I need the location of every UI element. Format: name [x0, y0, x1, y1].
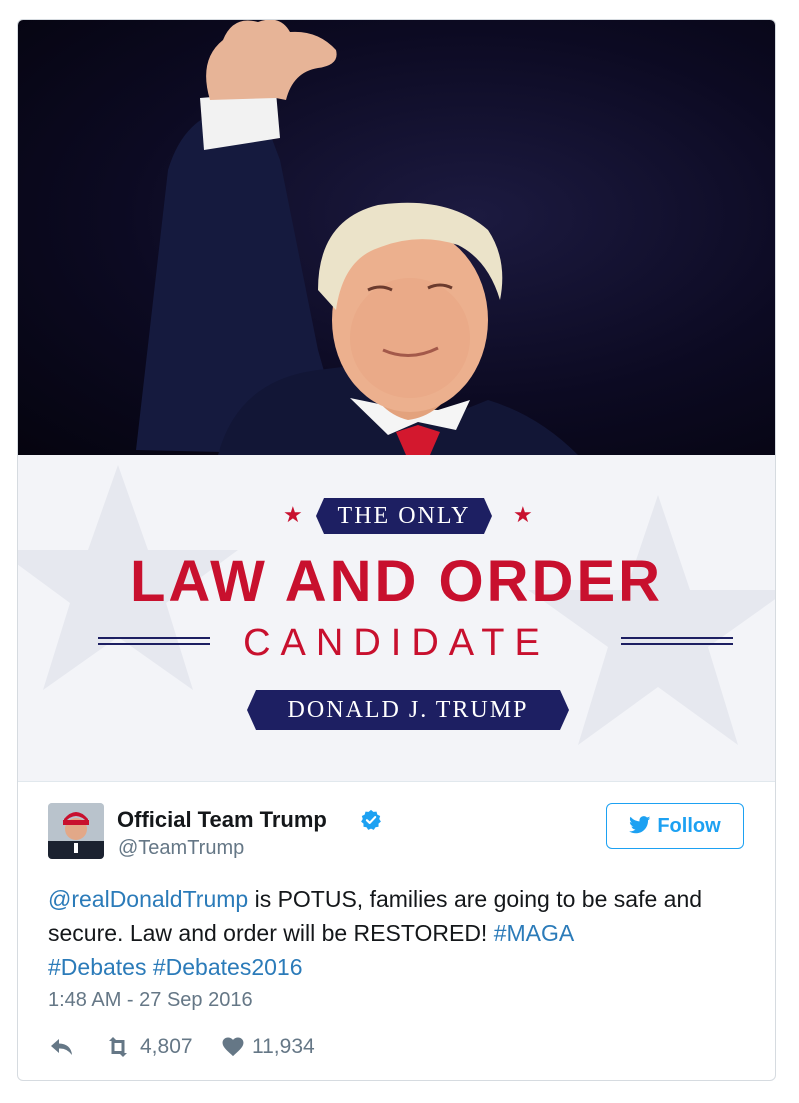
verified-badge-icon: [361, 809, 381, 830]
follow-label: Follow: [657, 815, 721, 837]
mention-link[interactable]: @realDonaldTrump: [48, 886, 248, 912]
display-name[interactable]: Official Team Trump: [117, 807, 327, 833]
user-handle[interactable]: @TeamTrump: [118, 836, 244, 860]
retweet-count: 4,807: [140, 1035, 193, 1058]
avatar[interactable]: [48, 803, 104, 859]
hashtag-debates2016[interactable]: #Debates2016: [153, 954, 303, 980]
tweet-image[interactable]: ★ THE ONLY ★ LAW AND ORDER CANDIDATE DON…: [18, 20, 775, 781]
right-star-icon: ★: [513, 502, 533, 527]
tweet-card: ★ THE ONLY ★ LAW AND ORDER CANDIDATE DON…: [17, 19, 776, 1081]
right-double-rule: [621, 637, 733, 647]
tweet-actions: 4,807 11,934: [48, 1032, 448, 1062]
reply-button[interactable]: [50, 1032, 82, 1062]
hashtag-debates[interactable]: #Debates: [48, 954, 146, 980]
top-tag: THE ONLY: [316, 498, 492, 534]
like-count: 11,934: [252, 1035, 315, 1058]
subheadline-row: CANDIDATE: [18, 620, 775, 666]
twitter-bird-icon: [629, 815, 651, 833]
heart-icon: [222, 1037, 244, 1057]
campaign-banner: ★ THE ONLY ★ LAW AND ORDER CANDIDATE DON…: [18, 455, 775, 781]
tweet-text: @realDonaldTrump is POTUS, families are …: [48, 882, 748, 984]
like-button[interactable]: 11,934: [222, 1032, 315, 1062]
left-star-icon: ★: [283, 502, 303, 527]
reply-icon: [51, 1039, 72, 1055]
retweet-button[interactable]: 4,807: [104, 1032, 193, 1062]
follow-button[interactable]: Follow: [606, 803, 744, 849]
tweet-timestamp[interactable]: 1:48 AM - 27 Sep 2016: [48, 988, 253, 1012]
hashtag-maga[interactable]: #MAGA: [494, 920, 575, 946]
top-tag-row: ★ THE ONLY ★: [18, 498, 775, 534]
banner-headline: LAW AND ORDER: [129, 549, 664, 614]
media-divider: [18, 781, 775, 782]
retweet-icon: [109, 1037, 127, 1057]
campaign-photo: [18, 20, 775, 455]
name-tag: DONALD J. TRUMP: [247, 690, 569, 730]
